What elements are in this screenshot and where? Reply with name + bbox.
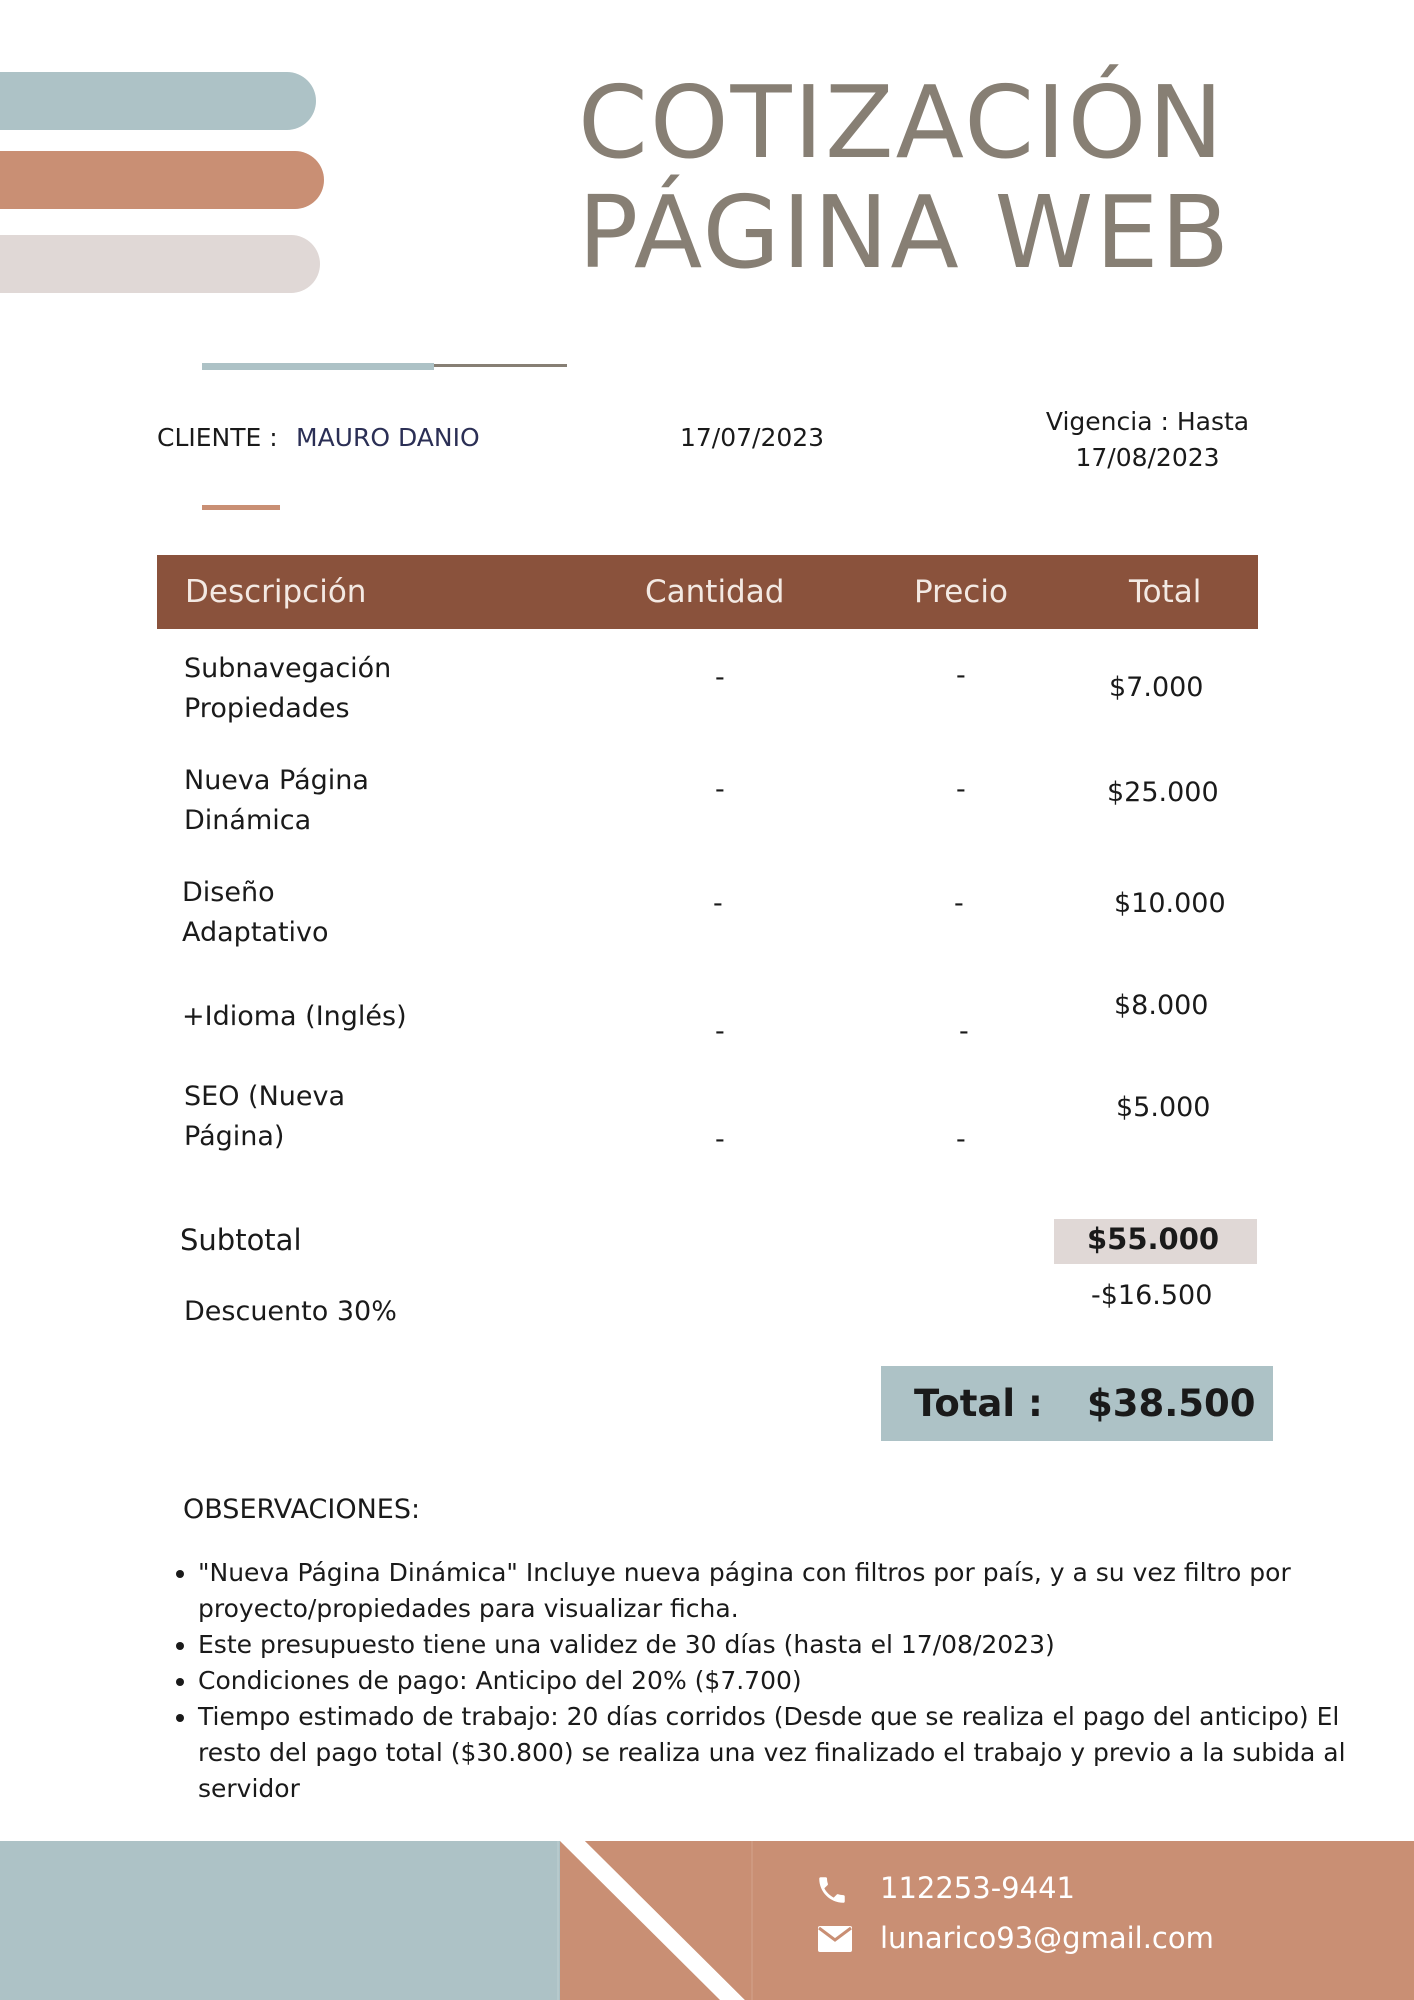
row-price: - [956,660,966,691]
row-total: $8.000 [1114,990,1209,1021]
decorative-stripe-gray [0,235,320,293]
discount-value: -$16.500 [1091,1280,1213,1311]
validity: Vigencia : Hasta 17/08/2023 [1020,404,1275,476]
list-item: Tiempo estimado de trabajo: 20 días corr… [198,1699,1378,1807]
row-quantity: - [715,662,725,693]
row-description-line: SEO (Nueva [184,1081,346,1112]
validity-date: 17/08/2023 [1075,443,1220,472]
title-line-2: PÁGINA WEB [578,174,1232,291]
row-description: Nueva Página Dinámica [184,761,369,841]
observations-list: "Nueva Página Dinámica" Incluye nueva pá… [156,1555,1378,1807]
row-price: - [956,774,966,805]
document-title: COTIZACIÓN PÁGINA WEB [578,68,1231,288]
title-line-1: COTIZACIÓN [578,64,1226,181]
row-price: - [956,1124,966,1155]
row-description: Subnavegación Propiedades [184,649,391,729]
row-quantity: - [715,1124,725,1155]
list-item: "Nueva Página Dinámica" Incluye nueva pá… [198,1555,1378,1627]
row-quantity: - [715,774,725,805]
row-description-line: Dinámica [184,805,312,836]
decorative-line-gray [434,364,567,367]
list-item: Condiciones de pago: Anticipo del 20% ($… [198,1663,1378,1699]
discount-label: Descuento 30% [184,1296,397,1327]
table-header: Descripción Cantidad Precio Total [157,555,1258,629]
row-total: $10.000 [1114,888,1226,919]
header-total: Total [1129,574,1202,610]
row-description: Diseño Adaptativo [182,873,329,953]
subtotal-value: $55.000 [1087,1222,1220,1256]
row-price: - [959,1016,969,1047]
decorative-stripe-terracotta [0,151,324,209]
row-quantity: - [715,1016,725,1047]
client-name: MAURO DANIO [296,423,480,452]
row-description-line: Diseño [182,877,275,908]
header-description: Descripción [185,574,367,610]
contact-email[interactable]: lunarico93@gmail.com [880,1918,1214,1958]
envelope-icon [818,1926,852,1952]
list-item: Este presupuesto tiene una validez de 30… [198,1627,1378,1663]
contact-phone: 112253-9441 [880,1871,1075,1905]
row-description-line: Página) [184,1121,285,1152]
row-total: $7.000 [1109,672,1204,703]
phone-icon [819,1877,845,1903]
row-description: SEO (Nueva Página) [184,1077,345,1157]
row-price: - [954,888,964,919]
observations-title: OBSERVACIONES: [183,1494,421,1525]
row-total: $5.000 [1116,1092,1211,1123]
subtotal-label: Subtotal [180,1223,302,1257]
client-label: CLIENTE : [157,423,278,452]
decorative-line-terracotta [202,505,280,510]
row-description-line: Subnavegación [184,653,392,684]
quote-date: 17/07/2023 [680,423,825,452]
header-price: Precio [914,574,1008,610]
total-label: Total : [914,1382,1043,1425]
decorative-stripe-blue [0,72,316,130]
row-description-line: Propiedades [184,693,350,724]
row-quantity: - [713,888,723,919]
row-total: $25.000 [1107,777,1219,808]
header-quantity: Cantidad [645,574,785,610]
row-description: +Idioma (Inglés) [182,1001,407,1032]
validity-label: Vigencia : Hasta [1045,407,1250,436]
row-description-line: Nueva Página [184,765,369,796]
total-value: $38.500 [1087,1382,1256,1425]
decorative-line-blue [202,363,434,370]
row-description-line: Adaptativo [182,917,329,948]
